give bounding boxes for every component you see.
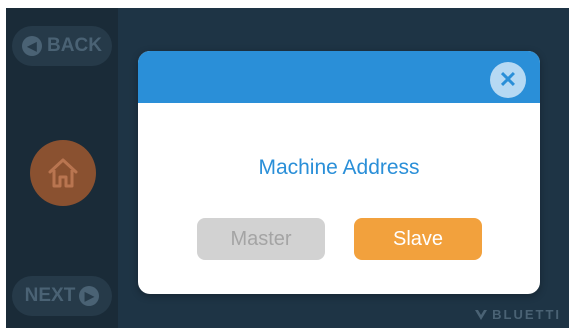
back-button[interactable]: ◀ BACK — [12, 26, 112, 66]
close-icon: ✕ — [498, 67, 518, 92]
home-icon — [48, 158, 78, 188]
dialog-header: ✕ — [138, 51, 540, 103]
machine-address-dialog: ✕ Machine Address Master Slave — [138, 51, 540, 294]
slave-button[interactable]: Slave — [354, 218, 482, 260]
dialog-title: Machine Address — [258, 156, 420, 179]
sidebar: ◀ BACK NEXT ▶ — [6, 8, 118, 328]
arrow-left-icon: ◀ — [22, 36, 43, 56]
logo-text: BLUETTI — [492, 307, 561, 322]
home-button[interactable] — [30, 140, 96, 206]
master-button[interactable]: Master — [197, 218, 325, 260]
bluetti-logo: BLUETTI — [474, 307, 561, 322]
next-button[interactable]: NEXT ▶ — [12, 276, 112, 316]
device-screen: ◀ BACK NEXT ▶ BLUETTI ✕ Machine Address … — [6, 8, 569, 328]
back-label: BACK — [47, 35, 102, 56]
bluetti-logo-icon — [475, 309, 488, 320]
next-label: NEXT — [24, 285, 76, 306]
close-button[interactable]: ✕ — [490, 62, 526, 98]
arrow-right-icon: ▶ — [79, 286, 100, 306]
